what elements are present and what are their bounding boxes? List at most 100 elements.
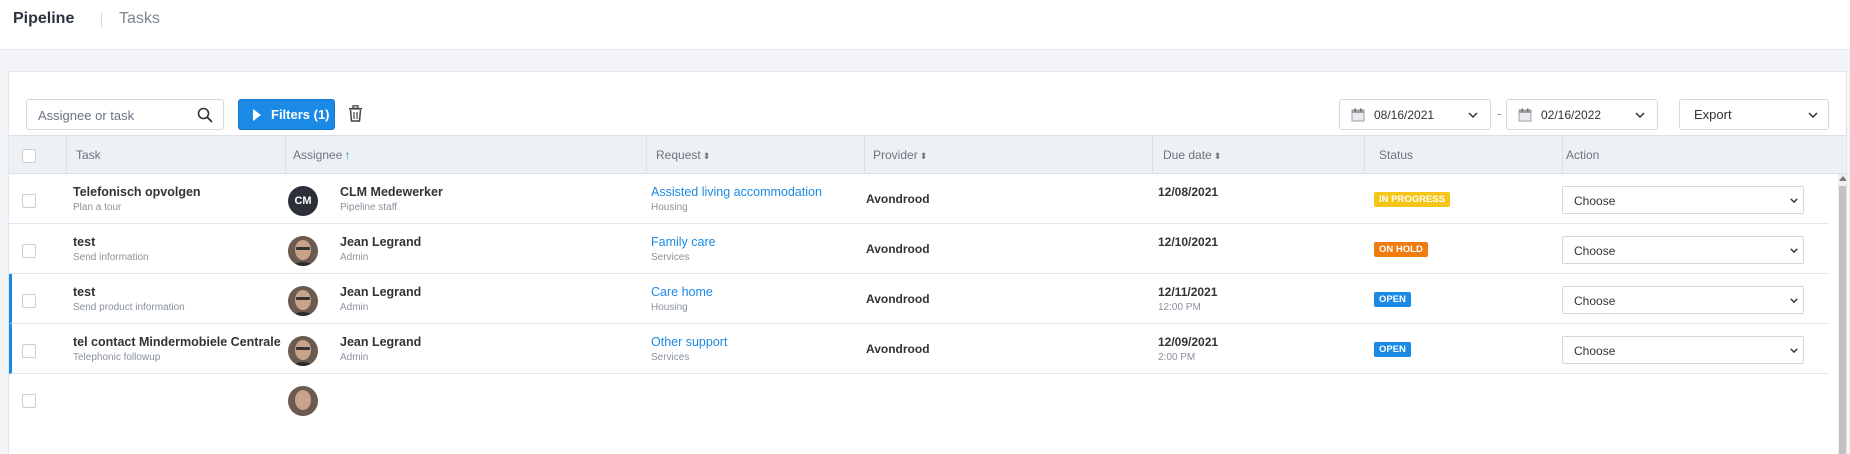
task-name: test <box>73 285 96 299</box>
request-link[interactable]: Care home <box>651 285 713 299</box>
avatar <box>288 336 318 366</box>
assignee-role: Pipeline staff <box>340 202 398 213</box>
column-divider <box>1152 136 1153 174</box>
assignee-name: Jean Legrand <box>340 285 422 299</box>
action-select-value: Choose <box>1574 194 1616 208</box>
table-row[interactable]: test Send product information Jean Legra… <box>9 274 1829 324</box>
tab-divider <box>101 13 102 27</box>
request-category: Housing <box>651 202 688 213</box>
provider-name: Avondrood <box>866 292 930 306</box>
due-date: 12/09/2021 <box>1158 335 1219 349</box>
row-checkbox[interactable] <box>22 244 36 258</box>
request-category: Services <box>651 252 690 263</box>
task-type: Send product information <box>73 302 185 313</box>
column-divider <box>1364 136 1365 174</box>
column-task: Task <box>76 148 101 162</box>
chevron-down-icon <box>1635 112 1645 118</box>
action-select[interactable]: Choose <box>1562 236 1804 264</box>
action-select-value: Choose <box>1574 244 1616 258</box>
date-range-separator: - <box>1497 106 1502 121</box>
calendar-icon <box>1351 108 1365 122</box>
date-from-picker[interactable]: 08/16/2021 <box>1339 99 1491 130</box>
task-name: test <box>73 235 96 249</box>
task-name: Telefonisch opvolgen <box>73 185 201 199</box>
column-due-date-label: Due date <box>1163 148 1212 162</box>
column-action: Action <box>1566 148 1600 162</box>
avatar <box>288 286 318 316</box>
sort-icon: ⬍ <box>702 151 711 161</box>
column-due-date[interactable]: Due date ⬍ <box>1163 148 1221 162</box>
assignee-role: Admin <box>340 352 369 363</box>
sort-asc-icon: ↑ <box>344 148 351 162</box>
assignee-role: Admin <box>340 302 369 313</box>
task-name: tel contact Mindermobiele Centrale <box>73 335 281 349</box>
scroll-thumb[interactable] <box>1839 186 1846 454</box>
table-row[interactable] <box>9 374 1829 424</box>
date-to-value: 02/16/2022 <box>1541 108 1602 122</box>
search-input[interactable] <box>38 106 188 124</box>
row-checkbox[interactable] <box>22 344 36 358</box>
column-request-label: Request <box>656 148 701 162</box>
sort-icon: ⬍ <box>1213 151 1222 161</box>
column-divider <box>646 136 647 174</box>
action-select[interactable]: Choose <box>1562 336 1804 364</box>
due-date: 12/10/2021 <box>1158 235 1219 249</box>
provider-name: Avondrood <box>866 342 930 356</box>
request-category: Housing <box>651 302 688 313</box>
export-dropdown[interactable]: Export <box>1679 99 1829 130</box>
assignee-role: Admin <box>340 252 369 263</box>
action-select[interactable]: Choose <box>1562 286 1804 314</box>
due-date: 12/08/2021 <box>1158 185 1219 199</box>
select-all-checkbox[interactable] <box>22 149 36 163</box>
request-link[interactable]: Other support <box>651 335 727 349</box>
assignee-name: Jean Legrand <box>340 235 422 249</box>
status-badge: OPEN <box>1374 292 1411 307</box>
task-type: Plan a tour <box>73 202 122 213</box>
tab-pipeline[interactable]: Pipeline <box>13 10 74 28</box>
column-provider[interactable]: Provider ⬍ <box>873 148 927 162</box>
column-divider <box>285 136 286 174</box>
provider-name: Avondrood <box>866 242 930 256</box>
tab-tasks[interactable]: Tasks <box>119 10 160 28</box>
due-date: 12/11/2021 <box>1158 285 1218 299</box>
row-checkbox[interactable] <box>22 394 36 408</box>
column-provider-label: Provider <box>873 148 918 162</box>
date-to-picker[interactable]: 02/16/2022 <box>1506 99 1658 130</box>
chevron-down-icon <box>1790 298 1798 303</box>
date-from-value: 08/16/2021 <box>1374 108 1435 122</box>
filters-button[interactable]: Filters (1) <box>238 99 335 130</box>
column-request[interactable]: Request ⬍ <box>656 148 710 162</box>
table-header: Task Assignee ↑ Request ⬍ Provider ⬍ Due da… <box>9 135 1846 174</box>
chevron-down-icon <box>1808 112 1818 118</box>
action-select[interactable]: Choose <box>1562 186 1804 214</box>
chevron-down-icon <box>1468 112 1478 118</box>
action-select-value: Choose <box>1574 294 1616 308</box>
request-link[interactable]: Family care <box>651 235 716 249</box>
column-status: Status <box>1379 148 1414 162</box>
table-row[interactable]: Telefonisch opvolgen Plan a tour CM CLM … <box>9 174 1829 224</box>
search-box <box>26 99 224 130</box>
export-label: Export <box>1694 107 1732 122</box>
table-row[interactable]: test Send information Jean Legrand Admin… <box>9 224 1829 274</box>
chevron-down-icon <box>1790 248 1798 253</box>
row-checkbox[interactable] <box>22 294 36 308</box>
request-link[interactable]: Assisted living accommodation <box>651 185 822 199</box>
request-category: Services <box>651 352 690 363</box>
task-type: Send information <box>73 252 149 263</box>
play-icon <box>253 109 261 121</box>
trash-icon[interactable] <box>348 105 363 122</box>
row-checkbox[interactable] <box>22 194 36 208</box>
task-type: Telephonic followup <box>73 352 161 363</box>
scrollbar[interactable] <box>1838 174 1846 454</box>
scroll-up-arrow[interactable] <box>1839 176 1846 181</box>
search-icon[interactable] <box>197 107 213 123</box>
top-nav: Pipeline Tasks <box>0 0 1850 50</box>
column-divider <box>1562 136 1563 174</box>
assignee-name: CLM Medewerker <box>340 185 443 199</box>
action-select-value: Choose <box>1574 344 1616 358</box>
column-assignee[interactable]: Assignee ↑ <box>293 148 350 162</box>
avatar <box>288 386 318 416</box>
tasks-card: Filters (1) 08/16/2021 - 02/16/2022 Expo… <box>8 71 1847 454</box>
sort-icon: ⬍ <box>919 151 928 161</box>
table-row[interactable]: tel contact Mindermobiele Centrale Telep… <box>9 324 1829 374</box>
